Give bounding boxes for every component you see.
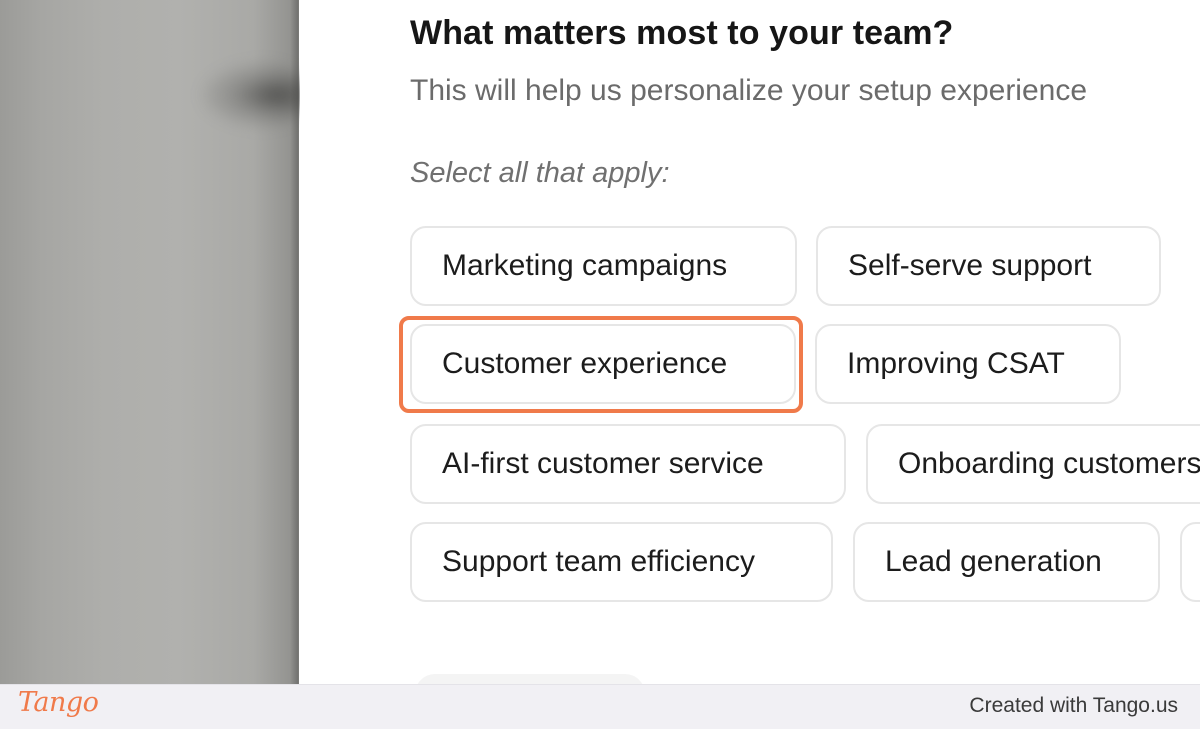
option-label: Onboarding customers: [898, 447, 1200, 480]
panel-edge-shadow: [290, 0, 298, 684]
option-self-serve-support[interactable]: Self-serve support: [816, 226, 1161, 306]
option-label: Lead generation: [885, 545, 1102, 578]
option-label: Marketing campaigns: [442, 249, 728, 282]
option-onboarding-customers[interactable]: Onboarding customers: [866, 424, 1200, 504]
option-label: Self-serve support: [848, 249, 1092, 282]
option-ai-first-customer-service[interactable]: AI-first customer service: [410, 424, 846, 504]
option-customer-experience[interactable]: Customer experience: [410, 324, 796, 404]
created-with-tango-link[interactable]: Created with Tango.us: [969, 694, 1178, 718]
option-support-team-efficiency[interactable]: Support team efficiency: [410, 522, 833, 602]
continue-button[interactable]: [415, 674, 645, 684]
blurred-background-panel: [0, 0, 310, 684]
option-partially-visible[interactable]: [1180, 522, 1200, 602]
onboarding-question-panel: What matters most to your team? This wil…: [300, 0, 1200, 684]
option-label: AI-first customer service: [442, 447, 764, 480]
question-subtitle: This will help us personalize your setup…: [410, 74, 1088, 107]
question-title: What matters most to your team?: [410, 14, 954, 52]
tango-logo[interactable]: Tango: [18, 687, 99, 718]
option-improving-csat[interactable]: Improving CSAT: [815, 324, 1121, 404]
option-label: Improving CSAT: [847, 347, 1065, 380]
option-label: Support team efficiency: [442, 545, 755, 578]
option-marketing-campaigns[interactable]: Marketing campaigns: [410, 226, 797, 306]
option-lead-generation[interactable]: Lead generation: [853, 522, 1160, 602]
option-label: Customer experience: [442, 347, 728, 380]
select-instruction: Select all that apply:: [410, 157, 670, 189]
tango-footer: Tango Created with Tango.us: [0, 684, 1200, 729]
